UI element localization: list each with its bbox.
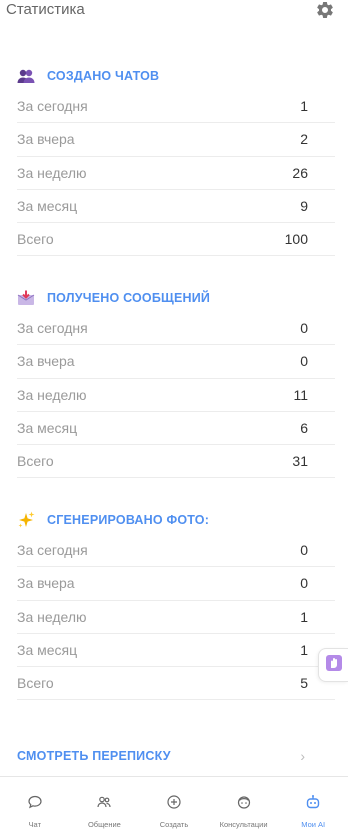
- stat-row-today: За сегодня 0: [17, 312, 335, 346]
- stat-label: Всего: [17, 231, 54, 248]
- nav-item-communication[interactable]: Общение: [70, 777, 140, 830]
- nav-item-chat[interactable]: Чат: [0, 777, 70, 830]
- stat-row-month: За месяц 6: [17, 412, 335, 446]
- face-icon: [235, 793, 253, 811]
- page-header: Статистика: [0, 0, 348, 22]
- stat-value: 0: [300, 320, 308, 337]
- hand-icon: [325, 654, 343, 677]
- stat-label: За вчера: [17, 353, 75, 370]
- stat-value: 11: [293, 386, 308, 403]
- stat-value: 1: [300, 642, 308, 659]
- people-icon: [17, 67, 35, 85]
- stat-label: За вчера: [17, 575, 75, 592]
- stat-value: 0: [300, 575, 308, 592]
- inbox-icon: [17, 289, 35, 307]
- section-title: СОЗДАНО ЧАТОВ: [47, 69, 160, 83]
- section-photos-generated: СГЕНЕРИРОВАНО ФОТО: За сегодня 0 За вчера…: [17, 506, 335, 701]
- stat-value: 5: [300, 675, 308, 692]
- stat-value: 2: [300, 131, 308, 148]
- section-title: СГЕНЕРИРОВАНО ФОТО:: [47, 513, 210, 527]
- floating-side-tab[interactable]: [318, 648, 348, 682]
- nav-item-my-ai[interactable]: Мои AI: [278, 777, 348, 830]
- view-chats-link[interactable]: СМОТРЕТЬ ПЕРЕПИСКУ ›: [17, 741, 335, 771]
- nav-label: Общение: [87, 820, 121, 829]
- stat-label: За месяц: [17, 420, 78, 437]
- stat-row-yesterday: За вчера 0: [17, 567, 335, 601]
- stat-value: 100: [284, 231, 308, 248]
- chevron-right-icon: ›: [300, 748, 305, 764]
- view-chats-label: СМОТРЕТЬ ПЕРЕПИСКУ: [17, 749, 171, 763]
- stat-value: 1: [300, 98, 308, 115]
- stat-label: За месяц: [17, 198, 78, 215]
- stat-label: За сегодня: [17, 542, 88, 559]
- stat-label: Всего: [17, 453, 54, 470]
- nav-label: Мои AI: [301, 820, 326, 829]
- stat-row-total: Всего 31: [17, 445, 335, 479]
- users-icon: [95, 793, 113, 811]
- stat-value: 31: [292, 453, 308, 470]
- chat-bubble-icon: [26, 793, 44, 811]
- stat-label: Всего: [17, 675, 54, 692]
- stat-label: За неделю: [17, 164, 87, 181]
- plus-circle-icon: [165, 793, 183, 811]
- stat-label: За сегодня: [17, 320, 88, 337]
- section-chats-created: СОЗДАНО ЧАТОВ За сегодня 1 За вчера 2 За н…: [17, 62, 335, 257]
- stat-row-yesterday: За вчера 2: [17, 123, 335, 157]
- stat-value: 0: [300, 542, 308, 559]
- stat-label: За месяц: [17, 642, 78, 659]
- stat-value: 26: [292, 164, 308, 181]
- section-header: СОЗДАНО ЧАТОВ: [17, 62, 335, 90]
- stat-label: За неделю: [17, 386, 87, 403]
- nav-label: Чат: [28, 820, 42, 829]
- section-header: СГЕНЕРИРОВАНО ФОТО:: [17, 506, 335, 534]
- stat-row-week: За неделю 1: [17, 601, 335, 634]
- stat-label: За сегодня: [17, 98, 88, 115]
- gear-icon[interactable]: [315, 0, 335, 20]
- stat-row-total: Всего 100: [17, 223, 335, 257]
- stat-row-today: За сегодня 1: [17, 90, 335, 124]
- stat-label: За вчера: [17, 131, 75, 148]
- stat-row-yesterday: За вчера 0: [17, 345, 335, 379]
- nav-item-consultations[interactable]: Консультации: [209, 777, 279, 830]
- stat-row-total: Всего 5: [17, 667, 335, 701]
- section-messages-received: ПОЛУЧЕНО СООБЩЕНИЙ За сегодня 0 За вчера 0…: [17, 284, 335, 479]
- section-title: ПОЛУЧЕНО СООБЩЕНИЙ: [47, 291, 211, 305]
- stat-row-week: За неделю 26: [17, 157, 335, 190]
- stat-value: 9: [300, 198, 308, 215]
- bottom-nav: Чат Общение Создать Консультации Мои AI: [0, 776, 348, 830]
- stat-row-month: За месяц 9: [17, 190, 335, 224]
- stat-row-month: За месяц 1: [17, 634, 335, 668]
- nav-item-create[interactable]: Создать: [139, 777, 209, 830]
- section-header: ПОЛУЧЕНО СООБЩЕНИЙ: [17, 284, 335, 312]
- sparkles-icon: [17, 511, 35, 529]
- stat-label: За неделю: [17, 608, 87, 625]
- stat-value: 0: [300, 353, 308, 370]
- nav-label: Создать: [159, 820, 189, 829]
- robot-icon: [304, 793, 322, 811]
- stat-value: 1: [300, 608, 308, 625]
- stat-value: 6: [300, 420, 308, 437]
- stat-row-today: За сегодня 0: [17, 534, 335, 568]
- nav-label: Консультации: [219, 820, 268, 829]
- page-title: Статистика: [6, 1, 85, 18]
- stat-row-week: За неделю 11: [17, 379, 335, 412]
